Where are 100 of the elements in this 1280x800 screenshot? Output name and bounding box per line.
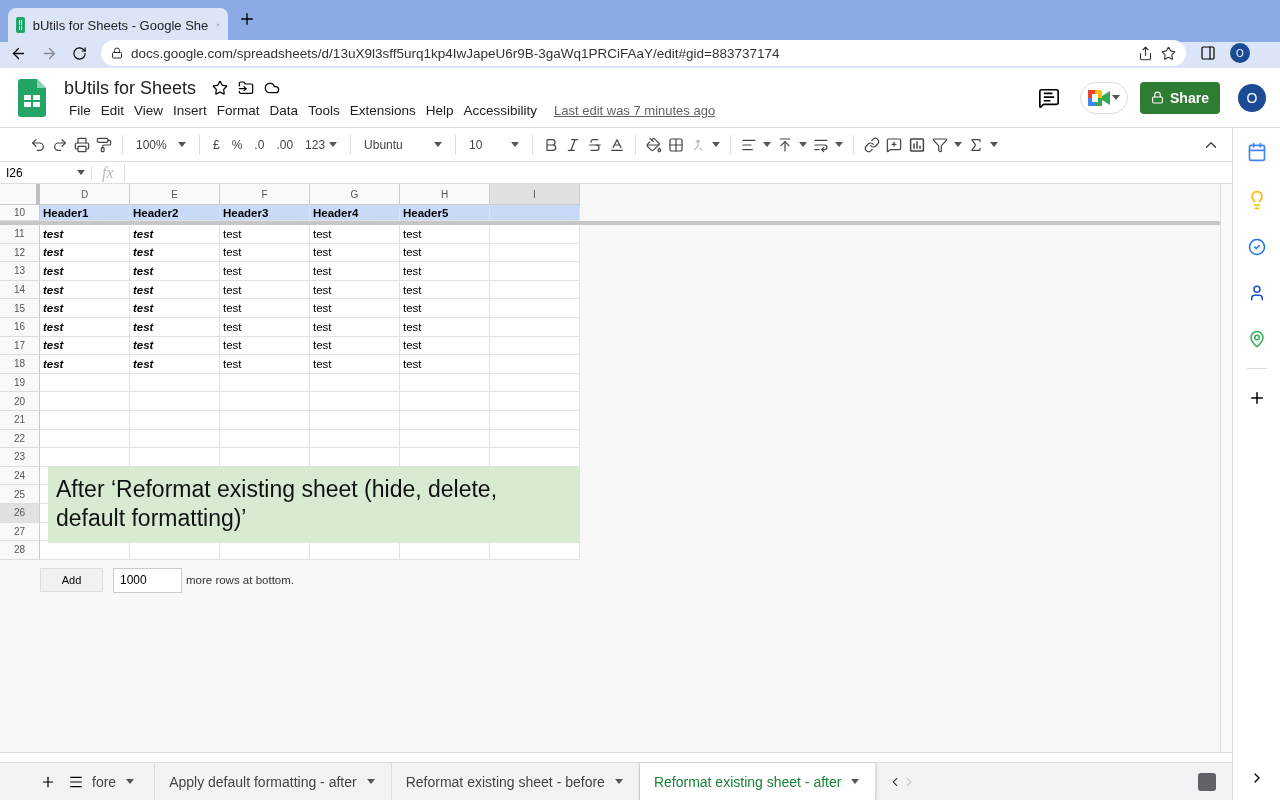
text-color-icon[interactable] [609, 136, 626, 153]
row-header[interactable]: 13 [0, 262, 40, 281]
row-count-field[interactable]: 1000 [113, 567, 182, 593]
lock-icon [1151, 91, 1165, 104]
caret-icon [835, 142, 844, 147]
currency-button[interactable]: £ [210, 135, 223, 154]
menu-item[interactable]: Tools [303, 102, 345, 118]
chart-icon[interactable] [908, 135, 927, 154]
name-box[interactable]: I26 [0, 165, 92, 180]
fill-color-icon[interactable] [646, 136, 663, 153]
number-format-dropdown[interactable]: 123 [302, 135, 341, 154]
star-icon[interactable] [1161, 45, 1176, 61]
table-cell: test [310, 355, 400, 374]
sheets-logo[interactable] [18, 78, 46, 117]
row-header[interactable]: 10 [0, 205, 40, 221]
reload-icon[interactable] [72, 45, 87, 61]
menu-item[interactable]: File [64, 102, 96, 118]
sheet-tab[interactable]: Reformat existing sheet - before [391, 762, 640, 800]
add-button[interactable]: Add [40, 568, 103, 593]
menu-item[interactable]: Insert [168, 102, 212, 118]
maps-icon[interactable] [1247, 330, 1266, 348]
increase-decimals-button[interactable]: .00 [273, 135, 297, 154]
menu-item[interactable]: Format [211, 102, 265, 118]
table-cell: Header4 [310, 205, 400, 221]
lock-icon [111, 47, 123, 59]
account-avatar[interactable]: O [1238, 83, 1266, 112]
function-label: fx [92, 163, 125, 182]
table-cell: test [400, 225, 490, 244]
share-button[interactable]: Share [1140, 81, 1220, 114]
column-header[interactable]: F [220, 184, 310, 205]
table-cell: test [220, 225, 310, 244]
caret-icon [763, 142, 772, 147]
column-header[interactable]: G [310, 184, 400, 205]
caret-icon [799, 142, 808, 147]
undo-icon[interactable] [30, 136, 46, 153]
font-size-dropdown[interactable]: 10 [466, 135, 523, 154]
table-cell: test [310, 225, 400, 244]
column-header[interactable]: H [400, 184, 490, 205]
strikethrough-icon[interactable] [587, 136, 604, 153]
table-cell: test [310, 262, 400, 281]
calendar-icon[interactable] [1246, 142, 1267, 162]
comment-icon[interactable] [886, 136, 903, 153]
caret-icon [614, 779, 623, 784]
row-header[interactable]: 20 [0, 392, 40, 411]
note-text: After ‘Reformat existing sheet (hide, delete, default formatting)’ [48, 467, 580, 543]
column-header[interactable]: E [130, 184, 220, 205]
menu-item[interactable]: Accessibility [458, 102, 542, 118]
redo-icon[interactable] [52, 136, 68, 153]
row-header[interactable]: 18 [0, 355, 40, 374]
caret-icon [712, 142, 721, 147]
table-cell: Header5 [400, 205, 490, 221]
font-dropdown[interactable]: Ubuntu [361, 135, 446, 154]
row-header[interactable]: 25 [0, 485, 40, 504]
borders-icon[interactable] [668, 136, 685, 153]
meet-button[interactable] [1080, 81, 1128, 114]
caret-icon [126, 779, 135, 784]
last-edit-link[interactable]: Last edit was 7 minutes ago [554, 102, 716, 118]
row-header[interactable]: 15 [0, 299, 40, 318]
paint-format-icon[interactable] [96, 136, 112, 153]
caret-icon [434, 142, 443, 147]
row-header[interactable]: 23 [0, 448, 40, 467]
table-cell: test [310, 299, 400, 318]
percent-button[interactable]: % [228, 135, 246, 154]
document-title[interactable]: bUtils for Sheets [64, 77, 197, 99]
caret-icon [511, 142, 520, 147]
new-tab-icon[interactable] [238, 10, 256, 28]
address-bar[interactable]: docs.google.com/spreadsheets/d/13uX9l3sff5urq1kp4IwJapeU6r9B-3gaWq1PRCiFAaY/edit#gid=883737174 [101, 40, 1186, 66]
row-header[interactable]: 28 [0, 541, 40, 560]
sheet-tab[interactable]: fore [90, 762, 156, 800]
filter-icon[interactable] [932, 136, 949, 153]
move-folder-icon[interactable] [238, 80, 255, 96]
link-icon[interactable] [864, 136, 881, 153]
menu-item[interactable]: Help [420, 102, 459, 118]
caret-icon [178, 142, 186, 147]
menu-item[interactable]: View [129, 102, 169, 118]
menu-item[interactable]: Extensions [344, 102, 421, 118]
sheets-icon [16, 17, 25, 33]
explore-icon[interactable] [1198, 772, 1216, 791]
table-cell: test [220, 299, 310, 318]
star-icon[interactable] [212, 80, 229, 96]
row-header[interactable]: 11 [0, 225, 40, 244]
column-header[interactable]: D [40, 184, 130, 205]
tasks-icon[interactable] [1247, 238, 1266, 256]
comments-icon[interactable] [1038, 86, 1060, 109]
column-header[interactable]: I [490, 184, 580, 205]
sheet-tab[interactable]: Apply default formatting - after [155, 762, 392, 800]
side-panel-icon[interactable] [1200, 45, 1216, 61]
browser-tab[interactable]: bUtils for Sheets - Google She [8, 8, 228, 42]
zoom-dropdown[interactable]: 100% [133, 135, 189, 154]
table-cell: Header3 [220, 205, 310, 221]
menu-item[interactable]: Data [264, 102, 304, 118]
share-icon[interactable] [1138, 45, 1153, 61]
decrease-decimals-button[interactable]: .0 [251, 135, 268, 154]
profile-avatar[interactable]: O [1230, 43, 1250, 63]
cloud-icon[interactable] [264, 80, 281, 96]
sheet-tab[interactable]: Reformat existing sheet - after [639, 762, 877, 800]
table-cell: test [40, 225, 130, 244]
print-icon[interactable] [74, 136, 90, 153]
menu-item[interactable]: Edit [95, 102, 130, 118]
table-cell: test [220, 262, 310, 281]
